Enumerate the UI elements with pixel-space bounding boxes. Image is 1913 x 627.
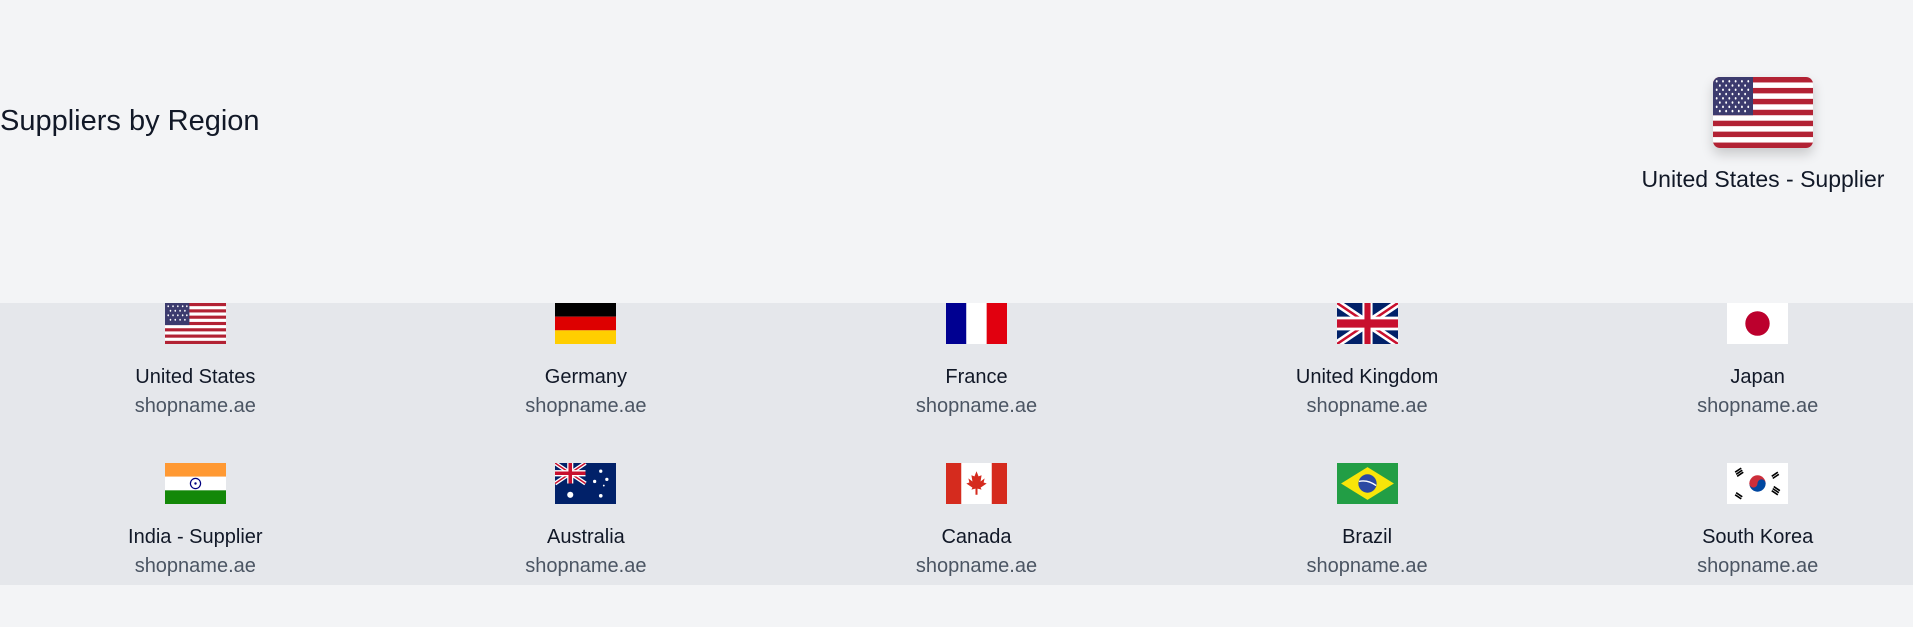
supplier-card-japan[interactable]: Japan shopname.ae xyxy=(1562,303,1913,463)
supplier-domain: shopname.ae xyxy=(1306,395,1428,417)
supplier-name: Brazil xyxy=(1342,526,1393,548)
supplier-domain: shopname.ae xyxy=(134,555,256,577)
supplier-domain: shopname.ae xyxy=(915,555,1038,577)
supplier-name: Canada xyxy=(941,526,1012,548)
supplier-name: Australia xyxy=(546,526,625,548)
au-flag-icon xyxy=(555,463,617,504)
supplier-grid: United States shopname.ae Germany shopna… xyxy=(0,303,1913,585)
supplier-name: South Korea xyxy=(1702,526,1814,548)
selected-supplier-label: United States - Supplier xyxy=(1641,166,1885,192)
supplier-card-india[interactable]: India - Supplier shopname.ae xyxy=(0,463,391,585)
supplier-card-canada[interactable]: Canada shopname.ae xyxy=(781,463,1172,585)
supplier-card-united-kingdom[interactable]: United Kingdom shopname.ae xyxy=(1172,303,1563,463)
in-flag-icon xyxy=(164,463,226,504)
supplier-name: Germany xyxy=(544,366,628,388)
gb-flag-icon xyxy=(1336,303,1398,344)
br-flag-icon xyxy=(1336,463,1398,504)
supplier-domain: shopname.ae xyxy=(1306,555,1428,577)
header: Suppliers by Region United States - Supp… xyxy=(0,0,1913,303)
supplier-domain: shopname.ae xyxy=(1697,555,1819,577)
supplier-domain: shopname.ae xyxy=(915,395,1038,417)
supplier-card-france[interactable]: France shopname.ae xyxy=(781,303,1172,463)
supplier-domain: shopname.ae xyxy=(525,395,647,417)
supplier-domain: shopname.ae xyxy=(1697,395,1819,417)
kr-flag-icon xyxy=(1727,463,1789,504)
supplier-card-germany[interactable]: Germany shopname.ae xyxy=(391,303,782,463)
ca-flag-icon xyxy=(945,463,1007,504)
supplier-card-united-states[interactable]: United States shopname.ae xyxy=(0,303,391,463)
supplier-name: France xyxy=(945,366,1008,388)
supplier-domain: shopname.ae xyxy=(134,395,256,417)
supplier-domain: shopname.ae xyxy=(525,555,647,577)
us-flag-icon xyxy=(164,303,226,344)
us-flag-icon xyxy=(1713,77,1813,148)
supplier-name: United States xyxy=(135,366,256,388)
de-flag-icon xyxy=(555,303,617,344)
supplier-name: India - Supplier xyxy=(128,526,263,548)
supplier-card-south-korea[interactable]: South Korea shopname.ae xyxy=(1562,463,1913,585)
supplier-card-australia[interactable]: Australia shopname.ae xyxy=(391,463,782,585)
supplier-name: Japan xyxy=(1730,366,1785,388)
jp-flag-icon xyxy=(1727,303,1789,344)
selected-supplier[interactable]: United States - Supplier xyxy=(1633,77,1893,193)
supplier-name: United Kingdom xyxy=(1295,366,1439,388)
page-title: Suppliers by Region xyxy=(0,105,260,137)
fr-flag-icon xyxy=(945,303,1007,344)
supplier-card-brazil[interactable]: Brazil shopname.ae xyxy=(1172,463,1563,585)
